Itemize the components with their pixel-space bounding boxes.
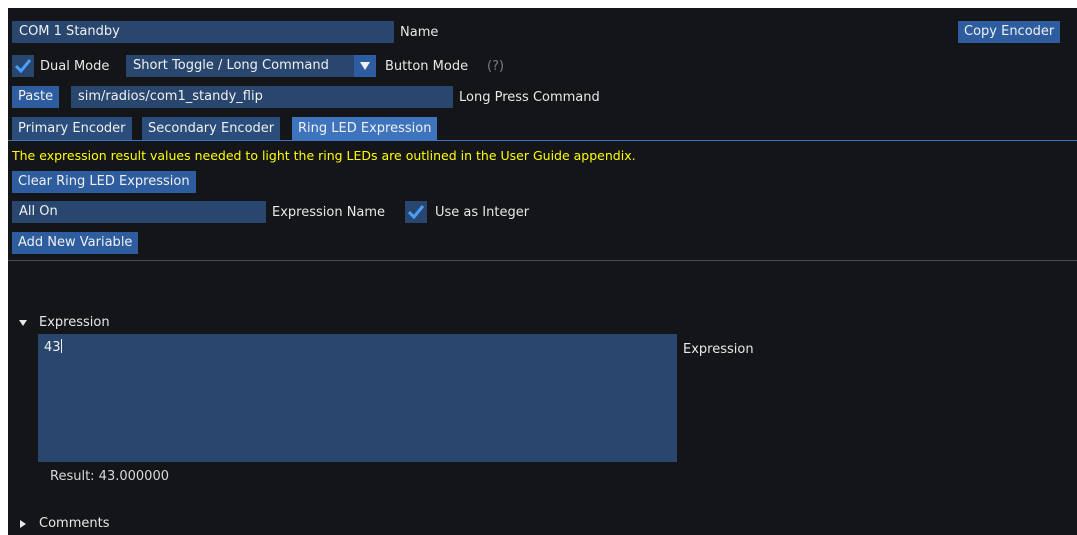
text-cursor xyxy=(60,339,62,353)
tab-bar-underline xyxy=(8,140,1077,141)
encoder-name-input[interactable]: COM 1 Standby xyxy=(12,21,394,43)
dual-mode-label: Dual Mode xyxy=(40,59,110,74)
tab-secondary-encoder[interactable]: Secondary Encoder xyxy=(142,117,281,140)
use-as-integer-label: Use as Integer xyxy=(435,205,530,220)
expression-textarea[interactable]: 43 xyxy=(38,334,677,462)
long-press-command-value: sim/radios/com1_standy_flip xyxy=(78,89,263,104)
expression-name-value: All On xyxy=(19,204,58,219)
help-marker[interactable]: (?) xyxy=(487,59,504,75)
dual-mode-checkbox[interactable] xyxy=(12,55,34,77)
long-press-command-label: Long Press Command xyxy=(459,90,600,105)
tab-primary-encoder[interactable]: Primary Encoder xyxy=(12,117,132,140)
comments-header-label: Comments xyxy=(39,516,110,531)
section-separator xyxy=(8,260,1077,261)
encoder-name-label: Name xyxy=(400,25,439,40)
clear-ring-led-expression-button[interactable]: Clear Ring LED Expression xyxy=(12,171,196,193)
checkmark-icon xyxy=(15,59,31,73)
chevron-down-icon xyxy=(360,62,370,70)
checkmark-icon xyxy=(408,205,424,219)
encoder-name-value: COM 1 Standby xyxy=(19,24,120,39)
paste-button[interactable]: Paste xyxy=(12,86,60,108)
expression-textarea-value: 43 xyxy=(44,340,61,355)
button-mode-selected: Short Toggle / Long Command xyxy=(133,58,329,73)
encoder-config-panel: COM 1 Standby Name Copy Encoder Dual Mod… xyxy=(8,8,1077,535)
ring-led-info-text: The expression result values needed to l… xyxy=(12,148,636,163)
expression-result-text: Result: 43.000000 xyxy=(50,469,169,484)
tab-ring-led-expression[interactable]: Ring LED Expression xyxy=(292,117,438,140)
expression-header-label: Expression xyxy=(39,315,110,330)
expression-input-label: Expression xyxy=(683,342,754,357)
expression-name-label: Expression Name xyxy=(272,205,386,220)
add-new-variable-button[interactable]: Add New Variable xyxy=(12,232,139,254)
use-as-integer-checkbox[interactable] xyxy=(405,201,427,223)
long-press-command-input[interactable]: sim/radios/com1_standy_flip xyxy=(71,86,453,108)
copy-encoder-button[interactable]: Copy Encoder xyxy=(958,21,1061,43)
expression-name-input[interactable]: All On xyxy=(12,201,266,223)
button-mode-select[interactable]: Short Toggle / Long Command xyxy=(126,55,354,77)
button-mode-dropdown-arrow[interactable] xyxy=(354,55,376,77)
button-mode-label: Button Mode xyxy=(385,59,469,74)
triangle-right-icon xyxy=(20,520,26,528)
triangle-down-icon xyxy=(19,320,27,326)
